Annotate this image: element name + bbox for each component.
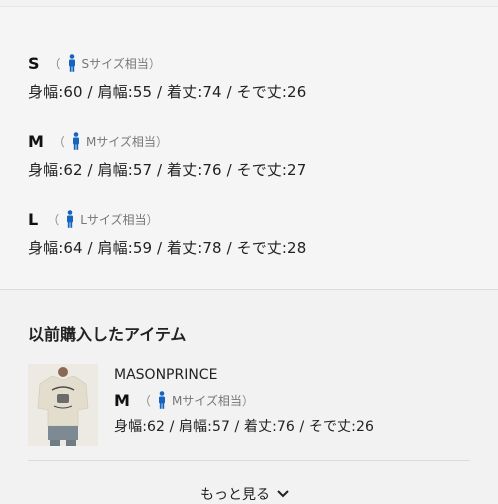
size-letter: S bbox=[28, 53, 40, 73]
size-note-text: Sサイズ相当 bbox=[81, 56, 149, 71]
size-note-text: Mサイズ相当 bbox=[85, 134, 156, 149]
size-row-l: L （ Lサイズ相当 ） 身幅:64 / 肩幅:59 / 着丈:78 / そで丈… bbox=[28, 209, 306, 258]
purchased-item[interactable]: MASONPRINCE M （ Mサイズ相当 ） 身幅:62 / 肩幅:57 /… bbox=[28, 364, 498, 446]
size-row-m: M （ Mサイズ相当 ） 身幅:62 / 肩幅:57 / 着丈:76 / そで丈… bbox=[28, 131, 306, 180]
purchased-section-title: 以前購入したアイテム bbox=[28, 325, 187, 344]
paren-open: （ bbox=[48, 56, 61, 71]
paren-open: （ bbox=[52, 134, 65, 149]
paren-close: ） bbox=[148, 56, 161, 71]
person-icon bbox=[67, 210, 74, 228]
size-equivalent: （ Sサイズ相当 ） bbox=[49, 54, 161, 72]
item-info: MASONPRINCE M （ Mサイズ相当 ） 身幅:62 / 肩幅:57 /… bbox=[114, 364, 374, 436]
paren-open: （ bbox=[138, 393, 151, 408]
item-measurements: 身幅:62 / 肩幅:57 / 着丈:76 / そで丈:26 bbox=[114, 419, 374, 435]
paren-open: （ bbox=[47, 212, 60, 227]
show-more-label: もっと見る bbox=[200, 487, 270, 503]
size-letter: M bbox=[114, 390, 130, 410]
person-icon bbox=[158, 391, 165, 409]
size-measurements: 身幅:62 / 肩幅:57 / 着丈:76 / そで丈:27 bbox=[28, 161, 307, 179]
item-thumbnail[interactable] bbox=[28, 364, 98, 446]
show-more-button[interactable]: もっと見る bbox=[200, 484, 290, 504]
item-brand: MASONPRINCE bbox=[114, 367, 218, 383]
section-divider bbox=[0, 289, 498, 290]
size-equivalent: （ Mサイズ相当 ） bbox=[53, 132, 168, 150]
size-guide-panel: S （ Sサイズ相当 ） 身幅:60 / 肩幅:55 / 着丈:74 / そで丈… bbox=[0, 6, 498, 289]
item-divider bbox=[28, 460, 470, 461]
person-icon bbox=[72, 132, 79, 150]
size-letter: L bbox=[28, 209, 39, 229]
size-equivalent: （ Mサイズ相当 ） bbox=[139, 391, 254, 409]
size-measurements: 身幅:60 / 肩幅:55 / 着丈:74 / そで丈:26 bbox=[28, 83, 307, 101]
size-measurements: 身幅:64 / 肩幅:59 / 着丈:78 / そで丈:28 bbox=[28, 239, 307, 257]
person-icon bbox=[68, 54, 75, 72]
paren-close: ） bbox=[241, 393, 254, 408]
size-note-text: Mサイズ相当 bbox=[171, 393, 242, 408]
size-equivalent: （ Lサイズ相当 ） bbox=[47, 210, 159, 228]
size-row-s: S （ Sサイズ相当 ） 身幅:60 / 肩幅:55 / 着丈:74 / そで丈… bbox=[28, 53, 306, 102]
paren-close: ） bbox=[146, 212, 159, 227]
paren-close: ） bbox=[155, 134, 168, 149]
size-letter: M bbox=[28, 131, 44, 151]
size-note-text: Lサイズ相当 bbox=[80, 212, 147, 227]
tshirt-model-image bbox=[28, 364, 98, 446]
